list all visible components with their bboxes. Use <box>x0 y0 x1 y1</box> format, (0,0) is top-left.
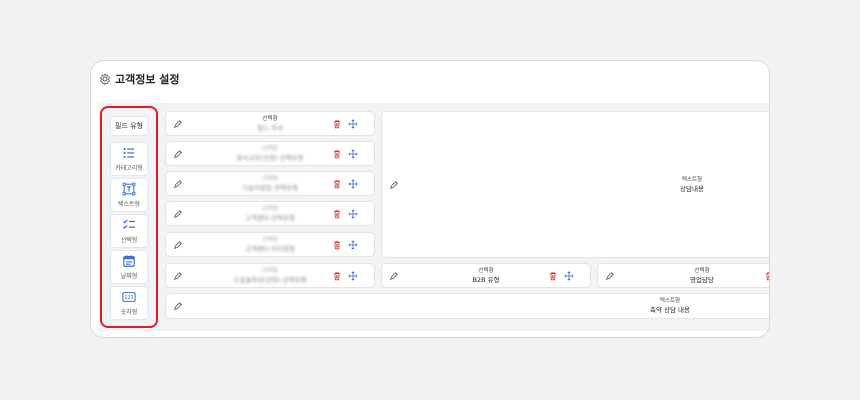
trash-icon[interactable] <box>332 271 342 281</box>
text-box-icon <box>122 182 136 196</box>
tool-label: 선택형 <box>120 237 138 244</box>
tool-label: 카테고리형 <box>115 165 143 172</box>
move-icon[interactable] <box>348 149 358 159</box>
field-name: 축약 상담 내용 <box>649 306 690 314</box>
page-title: 고객정보 설정 <box>115 73 180 86</box>
field-type-label: 선택형 <box>262 205 278 212</box>
trash-icon[interactable] <box>332 240 342 250</box>
customer-info-settings-card: 고객정보 설정 필드 유형 카테고리형 텍스트형 선택형 날짜형 123 숫자형… <box>90 60 770 338</box>
field-name: 회사규모(선정) 선택유형 <box>236 153 304 162</box>
field-card[interactable]: 선택형 기술지원팀 선택유형 <box>165 171 375 196</box>
trash-icon[interactable] <box>332 179 342 189</box>
tool-text[interactable]: 텍스트형 <box>110 178 148 212</box>
field-type-label: 텍스트형 <box>659 298 681 304</box>
tool-label: 텍스트형 <box>117 201 141 208</box>
move-icon[interactable] <box>348 209 358 219</box>
field-name: 고객센터 미지정형 <box>245 244 295 253</box>
field-card[interactable]: 선택형 영업담당 <box>597 263 770 288</box>
field-type-label: 선택형 <box>262 115 278 122</box>
category-list-icon <box>123 148 135 158</box>
field-name: B2B 유형 <box>472 275 500 284</box>
move-icon[interactable] <box>348 179 358 189</box>
field-type-label: 선택형 <box>694 267 710 274</box>
trash-icon[interactable] <box>764 271 770 281</box>
gear-icon[interactable] <box>99 73 111 85</box>
move-icon[interactable] <box>564 271 574 281</box>
field-name: 도입솔루션(선정) 선택유형 <box>233 275 307 284</box>
svg-text:123: 123 <box>124 295 133 301</box>
field-card[interactable]: 선택형 고객센터 미지정형 <box>165 232 375 257</box>
trash-icon[interactable] <box>332 119 342 129</box>
trash-icon[interactable] <box>332 149 342 159</box>
tool-label: 날짜형 <box>120 273 138 280</box>
field-type-label: 선택형 <box>262 175 278 182</box>
field-card[interactable]: 선택형 필드 무서 <box>165 111 375 136</box>
field-type-label: 선택형 <box>262 267 278 274</box>
tool-date[interactable]: 날짜형 <box>110 250 148 284</box>
number-icon: 123 <box>122 292 136 302</box>
tool-number[interactable]: 123 숫자형 <box>110 286 148 320</box>
pencil-icon[interactable] <box>173 301 183 311</box>
checklist-icon <box>122 219 136 229</box>
field-type-label: 텍스트형 <box>681 176 703 183</box>
field-name: 영업담당 <box>690 275 714 284</box>
field-card-wide[interactable]: 텍스트형축약 상담 내용 <box>165 293 769 319</box>
field-card[interactable]: 선택형 도입솔루션(선정) 선택유형 <box>165 263 375 288</box>
field-card[interactable]: 선택형 회사규모(선정) 선택유형 <box>165 141 375 166</box>
pencil-icon[interactable] <box>389 180 399 190</box>
palette-header: 필드 유형 <box>110 116 148 136</box>
trash-icon[interactable] <box>332 209 342 219</box>
tool-label: 숫자형 <box>120 309 138 316</box>
card-header: 고객정보 설정 <box>99 71 180 87</box>
field-type-label: 선택형 <box>262 236 278 243</box>
field-name: 상담내용 <box>680 184 704 193</box>
field-name: 필드 무서 <box>257 123 283 132</box>
move-icon[interactable] <box>348 240 358 250</box>
move-icon[interactable] <box>348 119 358 129</box>
calendar-icon <box>123 255 135 267</box>
field-type-label: 선택형 <box>262 145 278 152</box>
move-icon[interactable] <box>348 271 358 281</box>
field-name: 고객센터 선택유형 <box>245 213 295 222</box>
field-card-large[interactable]: 텍스트형 상담내용 <box>381 111 769 258</box>
field-type-palette: 필드 유형 카테고리형 텍스트형 선택형 날짜형 123 숫자형 <box>100 106 158 328</box>
field-card[interactable]: 선택형 B2B 유형 <box>381 263 591 288</box>
field-card[interactable]: 선택형 고객센터 선택유형 <box>165 201 375 226</box>
tool-select[interactable]: 선택형 <box>110 214 148 248</box>
tool-category[interactable]: 카테고리형 <box>110 142 148 176</box>
field-type-label: 선택형 <box>478 267 494 274</box>
trash-icon[interactable] <box>548 271 558 281</box>
field-name: 기술지원팀 선택유형 <box>242 183 298 192</box>
